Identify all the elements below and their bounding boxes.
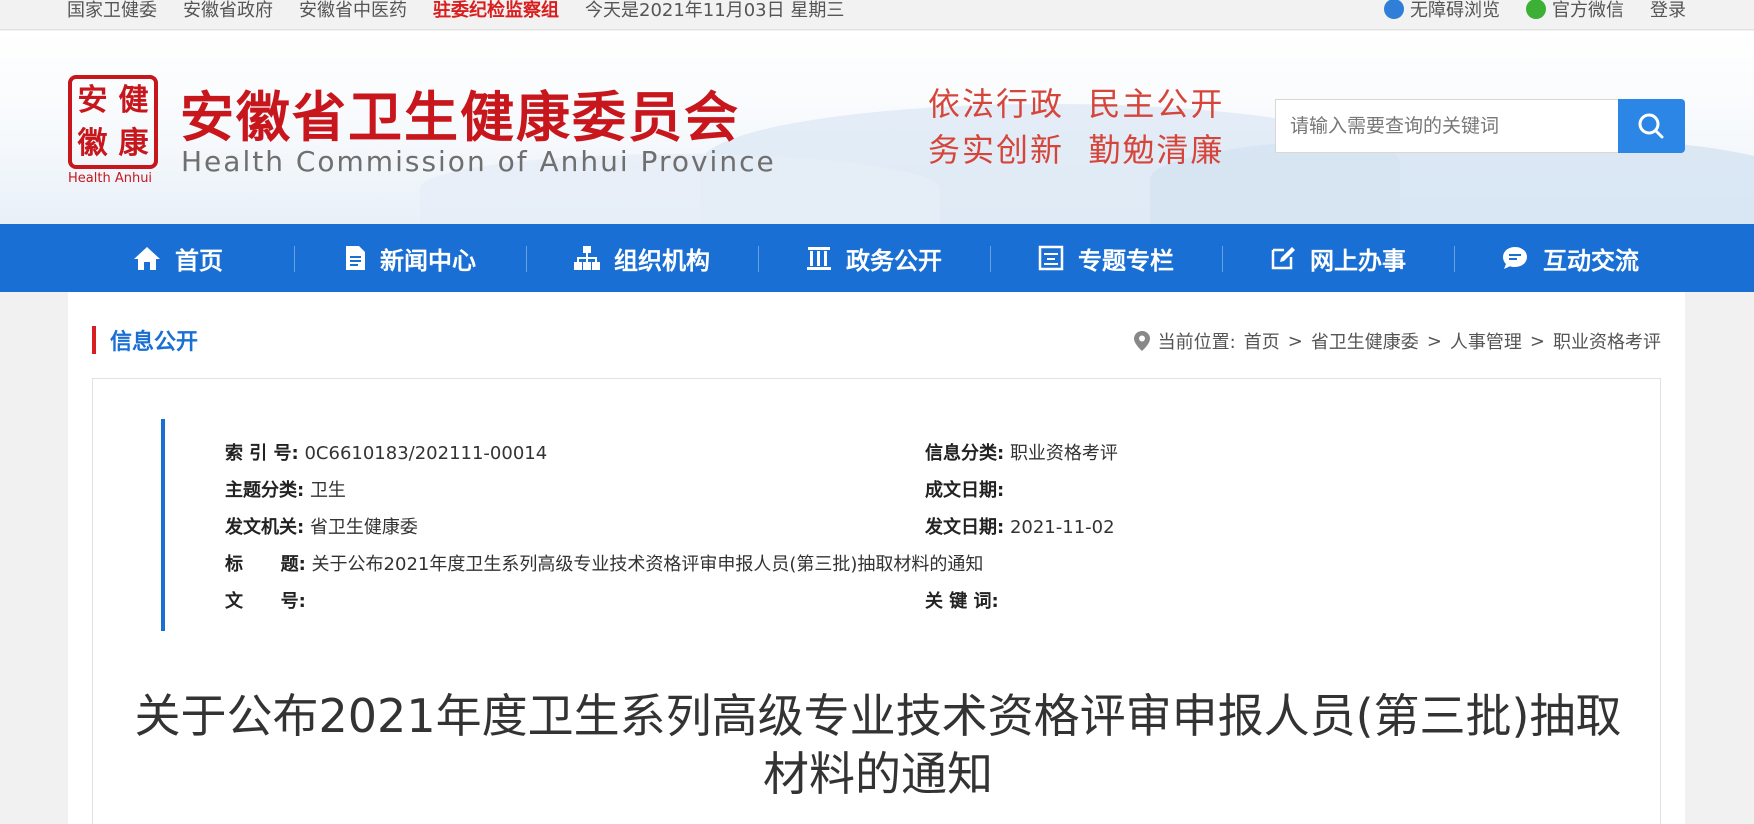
meta-value: 关于公布2021年度卫生系列高级专业技术资格评审申报人员(第三批)抽取材料的通知	[311, 554, 984, 575]
nav-label: 首页	[175, 246, 223, 275]
meta-index: 索 引 号: 0C6610183/202111-00014	[225, 439, 547, 465]
meta-issuer: 发文机关: 省卫生健康委	[225, 513, 418, 539]
breadcrumb-separator: >	[1426, 330, 1442, 352]
document-icon	[346, 246, 365, 270]
document-title: 关于公布2021年度卫生系列高级专业技术资格评审申报人员(第三批)抽取材料的通知	[134, 689, 1622, 801]
nav-label: 专题专栏	[1078, 246, 1174, 275]
site-logo[interactable]: 安 健 徽 康	[68, 75, 158, 169]
section-title: 信息公开	[92, 326, 199, 355]
current-date: 今天是2021年11月03日 星期三	[585, 0, 845, 21]
slogan-line: 依法行政 民主公开	[928, 85, 1225, 123]
main-nav: 首页 新闻中心 组织机构 政务公开 专题专栏 网上办事 互动交流	[0, 224, 1754, 292]
meta-label: 文 号:	[225, 591, 306, 612]
org-chart-icon	[574, 246, 600, 270]
meta-label: 发文机关:	[225, 517, 305, 538]
breadcrumb-separator: >	[1287, 330, 1303, 352]
breadcrumb-commission[interactable]: 省卫生健康委	[1311, 328, 1419, 354]
meta-issue-date: 发文日期: 2021-11-02	[925, 513, 1115, 539]
search-icon	[1638, 113, 1664, 139]
location-pin-icon	[1133, 331, 1150, 351]
meta-value: 0C6610183/202111-00014	[304, 443, 548, 464]
meta-doc-number: 文 号:	[225, 587, 306, 613]
meta-value: 省卫生健康委	[309, 517, 418, 538]
site-subtitle: Health Commission of Anhui Province	[181, 145, 776, 178]
nav-item-news[interactable]: 新闻中心	[294, 224, 526, 292]
logo-char: 安	[77, 82, 108, 118]
wechat-icon	[1526, 0, 1546, 19]
link-nhc[interactable]: 国家卫健委	[67, 0, 157, 22]
meta-label: 关 键 词:	[925, 591, 999, 612]
search-bar	[1275, 99, 1685, 153]
breadcrumb-current[interactable]: 职业资格考评	[1553, 328, 1661, 354]
meta-label: 信息分类:	[925, 443, 1005, 464]
link-discipline-inspection[interactable]: 驻委纪检监察组	[433, 0, 559, 22]
breadcrumb-hr[interactable]: 人事管理	[1450, 328, 1522, 354]
article-box: 索 引 号: 0C6610183/202111-00014 信息分类: 职业资格…	[92, 378, 1661, 824]
logo-english: Health Anhui	[68, 171, 153, 186]
board-icon	[1038, 245, 1064, 271]
section-title-text: 信息公开	[110, 330, 199, 355]
top-links: 国家卫健委 安徽省政府 安徽省中医药 驻委纪检监察组 今天是2021年11月03…	[67, 0, 844, 22]
meta-label: 索 引 号:	[225, 443, 299, 464]
meta-category: 信息分类: 职业资格考评	[925, 439, 1118, 465]
meta-label: 标 题:	[225, 554, 306, 575]
edit-icon	[1271, 247, 1295, 270]
nav-label: 网上办事	[1310, 246, 1406, 275]
search-input[interactable]	[1275, 99, 1618, 153]
logo-char: 健	[118, 82, 149, 118]
meta-label: 主题分类:	[225, 480, 305, 501]
meta-value: 卫生	[309, 480, 346, 501]
meta-written-date: 成文日期:	[925, 476, 1004, 502]
login-link[interactable]: 登录	[1650, 0, 1686, 22]
top-bar: 国家卫健委 安徽省政府 安徽省中医药 驻委纪检监察组 今天是2021年11月03…	[0, 0, 1754, 30]
meta-label: 发文日期:	[925, 517, 1005, 538]
meta-title: 标 题: 关于公布2021年度卫生系列高级专业技术资格评审申报人员(第三批)抽取…	[225, 550, 983, 576]
nav-item-gov-affairs[interactable]: 政务公开	[758, 224, 990, 292]
site-header: 安 健 徽 康 Health Anhui 安徽省卫生健康委员会 Health C…	[0, 31, 1754, 224]
nav-item-online-services[interactable]: 网上办事	[1222, 224, 1454, 292]
building-icon	[807, 247, 831, 270]
logo-char: 徽	[77, 125, 108, 161]
meta-value: 2021-11-02	[1009, 517, 1115, 538]
search-button[interactable]	[1618, 99, 1685, 153]
meta-topic: 主题分类: 卫生	[225, 476, 346, 502]
nav-item-interaction[interactable]: 互动交流	[1454, 224, 1686, 292]
site-title: 安徽省卫生健康委员会	[180, 86, 740, 149]
accessibility-label: 无障碍浏览	[1410, 0, 1500, 21]
chat-icon	[1503, 247, 1527, 269]
nav-label: 政务公开	[846, 246, 942, 275]
document-metadata: 索 引 号: 0C6610183/202111-00014 信息分类: 职业资格…	[161, 419, 1261, 631]
content-panel: 信息公开 当前位置: 首页 > 省卫生健康委 > 人事管理 > 职业资格考评 索…	[68, 292, 1685, 824]
section-title-bar	[92, 326, 96, 354]
nav-label: 互动交流	[1543, 246, 1639, 275]
accessibility-link[interactable]: 无障碍浏览	[1384, 0, 1500, 22]
breadcrumb-prefix: 当前位置:	[1157, 332, 1236, 353]
top-actions: 无障碍浏览 官方微信 登录	[1384, 0, 1686, 22]
meta-label: 成文日期:	[925, 480, 1005, 501]
wechat-link[interactable]: 官方微信	[1526, 0, 1624, 22]
slogan: 依法行政 民主公开 务实创新 勤勉清廉	[928, 81, 1224, 173]
meta-value: 职业资格考评	[1009, 443, 1118, 464]
breadcrumb-home[interactable]: 首页	[1244, 328, 1280, 354]
nav-item-home[interactable]: 首页	[62, 224, 294, 292]
slogan-line: 务实创新 勤勉清廉	[928, 131, 1225, 169]
nav-label: 新闻中心	[380, 246, 476, 275]
breadcrumb: 当前位置: 首页 > 省卫生健康委 > 人事管理 > 职业资格考评	[1133, 328, 1661, 354]
link-anhui-tcm[interactable]: 安徽省中医药	[299, 0, 407, 22]
home-icon	[134, 247, 160, 270]
nav-item-organization[interactable]: 组织机构	[526, 224, 758, 292]
meta-keywords: 关 键 词:	[925, 587, 999, 613]
link-anhui-gov[interactable]: 安徽省政府	[183, 0, 273, 22]
nav-label: 组织机构	[614, 246, 710, 275]
nav-item-special-topics[interactable]: 专题专栏	[990, 224, 1222, 292]
accessibility-icon	[1384, 0, 1404, 19]
wechat-label: 官方微信	[1552, 0, 1624, 21]
breadcrumb-separator: >	[1529, 330, 1545, 352]
logo-char: 康	[118, 125, 149, 161]
